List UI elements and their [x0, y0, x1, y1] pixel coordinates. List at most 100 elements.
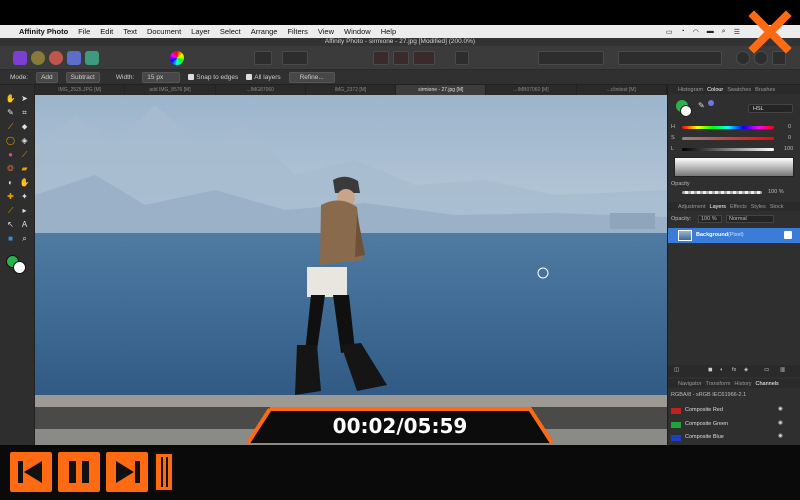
export-persona-icon[interactable]: [85, 51, 99, 65]
layer-opacity-field[interactable]: 100 %: [698, 215, 722, 223]
tab-effects[interactable]: Effects: [730, 204, 747, 210]
menu-window[interactable]: Window: [339, 27, 376, 36]
color-model-select[interactable]: HSL: [748, 104, 793, 113]
eyedropper-icon[interactable]: ✎: [698, 101, 705, 110]
tab-histogram[interactable]: Histogram: [678, 87, 703, 93]
tab-swatches[interactable]: Swatches: [727, 87, 751, 93]
eye-icon[interactable]: ◉: [778, 406, 783, 412]
skip-forward-button[interactable]: [106, 452, 148, 492]
menu-file[interactable]: File: [73, 27, 95, 36]
clone-tool-icon[interactable]: ❂: [5, 163, 16, 174]
tab-stock[interactable]: Stock: [770, 204, 784, 210]
doc-tab[interactable]: ...IMG87060: [216, 85, 306, 95]
layer-row[interactable]: Background (Pixel): [668, 228, 800, 243]
zoom-tool-icon[interactable]: ⌕: [19, 233, 30, 244]
arrange-buttons[interactable]: [538, 51, 604, 65]
dodge-tool-icon[interactable]: ◐: [5, 177, 16, 188]
eye-icon[interactable]: ◉: [778, 433, 783, 439]
menu-edit[interactable]: Edit: [95, 27, 118, 36]
layers-stack-icon[interactable]: ◫: [674, 367, 679, 373]
channel-row-blue[interactable]: Composite Blue ◉: [668, 432, 800, 444]
menu-view[interactable]: View: [313, 27, 339, 36]
paint-brush-icon[interactable]: ●: [5, 149, 16, 160]
opacity-value[interactable]: 100 %: [768, 189, 784, 195]
color-wheel-icon[interactable]: [170, 51, 184, 65]
align-buttons[interactable]: [618, 51, 722, 65]
skip-back-button[interactable]: [10, 452, 52, 492]
brush-selection-icon[interactable]: ⟋: [5, 121, 16, 132]
rectangle-tool-icon[interactable]: ■: [5, 233, 16, 244]
marquee-button[interactable]: [254, 51, 272, 65]
adjustment-icon[interactable]: ◐: [720, 367, 723, 373]
tab-brushes[interactable]: Brushes: [755, 87, 775, 93]
menu-app-name[interactable]: Affinity Photo: [14, 27, 73, 36]
channel-row-red[interactable]: Composite Red ◉: [668, 405, 800, 417]
develop-persona-icon[interactable]: [49, 51, 63, 65]
close-icon[interactable]: [746, 8, 794, 56]
live-filter-icon[interactable]: ◈: [744, 367, 748, 373]
tab-styles[interactable]: Styles: [751, 204, 766, 210]
doc-tab[interactable]: ...clinitest [M]: [577, 85, 667, 95]
tab-colour[interactable]: Colour: [707, 87, 723, 93]
progress-handle[interactable]: [154, 452, 174, 492]
document-canvas[interactable]: [35, 95, 667, 445]
mode-subtract-button[interactable]: Subtract: [65, 71, 100, 83]
wifi-icon[interactable]: ◠: [693, 28, 699, 36]
width-field[interactable]: 15 px: [142, 71, 181, 83]
s-value[interactable]: 0: [788, 135, 791, 141]
tab-layers[interactable]: Layers: [710, 204, 727, 210]
channel-row-green[interactable]: Composite Green ◉: [668, 419, 800, 431]
add-layer-icon[interactable]: ▭: [764, 367, 769, 373]
text-tool-icon[interactable]: A: [19, 219, 30, 230]
refine-button[interactable]: Refine...: [288, 71, 335, 83]
hue-slider[interactable]: [682, 126, 774, 129]
snap-checkbox[interactable]: Snap to edges: [188, 74, 238, 81]
search-icon[interactable]: ⌕: [722, 28, 726, 36]
eye-icon[interactable]: ◉: [778, 420, 783, 426]
photo-persona-icon[interactable]: [13, 51, 27, 65]
patch-tool-icon[interactable]: ✦: [19, 191, 30, 202]
all-layers-checkbox[interactable]: All layers: [246, 74, 281, 81]
doc-tab[interactable]: IMG_2525.JPG [M]: [35, 85, 126, 95]
pause-button[interactable]: [58, 452, 100, 492]
color-picker-icon[interactable]: ✎: [5, 107, 16, 118]
menu-text[interactable]: Text: [118, 27, 142, 36]
lightness-preview[interactable]: [674, 157, 794, 177]
snapping-button[interactable]: [413, 51, 435, 65]
flood-select-icon[interactable]: ⬥: [19, 121, 30, 132]
assistant-button[interactable]: [455, 51, 469, 65]
mask-button[interactable]: [282, 51, 308, 65]
mask-layer-icon[interactable]: ◼: [708, 367, 713, 373]
move-tool-icon[interactable]: ➤: [19, 93, 30, 104]
tab-history[interactable]: History: [734, 381, 751, 387]
tab-channels[interactable]: Channels: [756, 381, 779, 387]
grid-button[interactable]: [373, 51, 389, 65]
tab-transform[interactable]: Transform: [706, 381, 731, 387]
display-icon[interactable]: ▭: [666, 28, 673, 36]
color-picker-dot[interactable]: [708, 100, 714, 106]
doc-tab-active[interactable]: sirmione - 27.jpg [M]: [396, 85, 487, 95]
pixel-tool-icon[interactable]: ⟋: [19, 149, 30, 160]
doc-tab[interactable]: IMG_2372 [M]: [306, 85, 397, 95]
fill-tool-icon[interactable]: ◈: [19, 135, 30, 146]
doc-tab[interactable]: ...IMB07060 [M]: [486, 85, 577, 95]
menu-filters[interactable]: Filters: [282, 27, 312, 36]
menu-select[interactable]: Select: [215, 27, 246, 36]
l-value[interactable]: 100: [784, 146, 793, 152]
saturation-slider[interactable]: [682, 137, 774, 140]
pen-tool-icon[interactable]: ▸: [19, 205, 30, 216]
tab-navigator[interactable]: Navigator: [678, 381, 702, 387]
healing-brush-icon[interactable]: ✚: [5, 191, 16, 202]
tab-adjustment[interactable]: Adjustment: [678, 204, 706, 210]
sync-icon[interactable]: ◔: [680, 28, 684, 35]
menu-arrange[interactable]: Arrange: [246, 27, 283, 36]
menu-list-icon[interactable]: ☰: [734, 28, 740, 36]
menu-layer[interactable]: Layer: [186, 27, 215, 36]
menu-help[interactable]: Help: [376, 27, 401, 36]
opacity-slider[interactable]: [682, 191, 762, 194]
liquify-persona-icon[interactable]: [31, 51, 45, 65]
stroke-color-well[interactable]: [680, 105, 692, 117]
blend-mode-select[interactable]: Normal: [726, 215, 774, 223]
fx-icon[interactable]: fx: [732, 367, 736, 373]
smudge-tool-icon[interactable]: ✋: [19, 177, 30, 188]
